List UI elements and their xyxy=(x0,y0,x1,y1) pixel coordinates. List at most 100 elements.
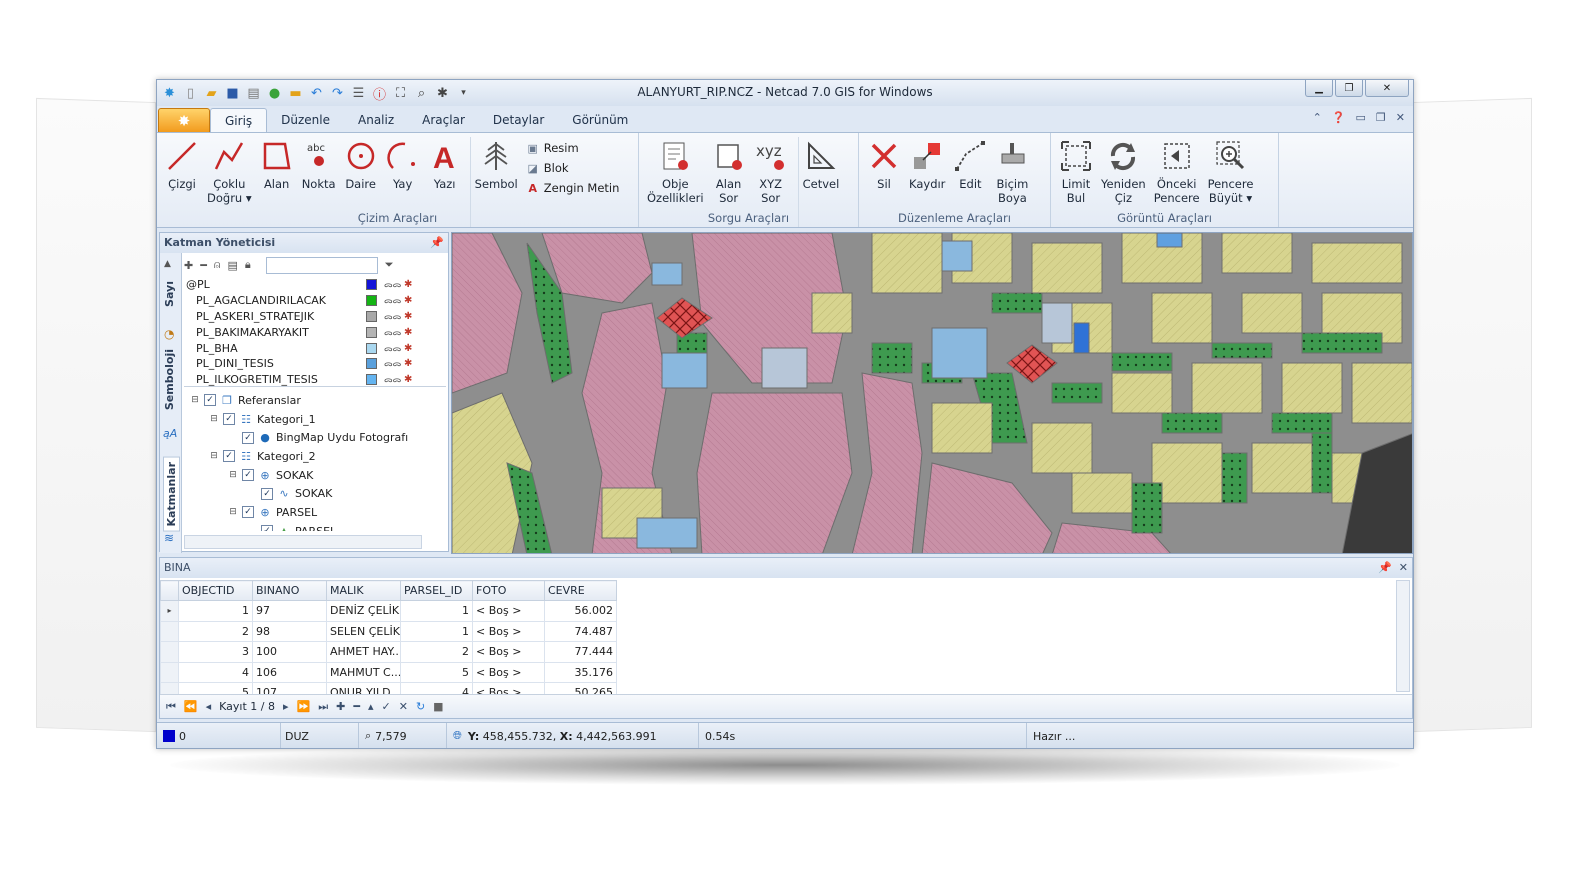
grid-save-icon[interactable]: ■ xyxy=(433,700,443,713)
first-record-icon[interactable]: ⏮ xyxy=(166,700,176,714)
status-layer-cell[interactable]: 0 xyxy=(157,723,281,748)
cancel-icon[interactable]: ✕ xyxy=(399,700,408,713)
pl-layer-row[interactable]: PL_BHA ᯅᯅ ✱ xyxy=(184,340,446,356)
park-area[interactable] xyxy=(1271,412,1333,434)
lock-toggle-icon[interactable]: ✱ xyxy=(404,295,412,306)
column-header[interactable]: PARSEL_ID xyxy=(400,580,473,601)
commercial-parcel[interactable] xyxy=(1111,372,1173,414)
table-row[interactable]: ▸ 1 97 DENİZ ÇELİK 1 < Boş >56.002 xyxy=(160,600,617,622)
park-area[interactable] xyxy=(1111,352,1173,372)
grid-pin-icon[interactable]: 📌 xyxy=(1378,561,1392,574)
tab-gorunum[interactable]: Görünüm xyxy=(558,108,642,132)
tab-analiz[interactable]: Analiz xyxy=(344,108,408,132)
lock-toggle-icon[interactable]: ✱ xyxy=(404,374,412,385)
table-cell[interactable]: 77.444 xyxy=(544,641,617,663)
delete-record-icon[interactable]: ━ xyxy=(353,700,360,713)
table-cell[interactable]: 1 xyxy=(400,620,473,642)
layer-props-icon[interactable]: ▤ xyxy=(227,259,237,272)
table-cell[interactable]: < Boş > xyxy=(472,600,545,622)
row-selector[interactable] xyxy=(160,620,179,642)
layer-color-swatch[interactable] xyxy=(366,310,377,322)
tree-item[interactable]: ⊟ ✓ ❐ Referanslar xyxy=(184,391,446,410)
tab-say[interactable]: Sayı xyxy=(163,281,176,307)
table-cell[interactable]: 100 xyxy=(252,641,327,663)
layer-color-swatch[interactable] xyxy=(366,358,377,370)
commercial-parcel[interactable] xyxy=(1241,292,1303,334)
public-building[interactable] xyxy=(1041,302,1073,344)
commercial-parcel[interactable] xyxy=(1031,422,1093,474)
qat-dropdown-icon[interactable]: ▾ xyxy=(455,85,472,102)
table-cell[interactable]: 1 xyxy=(400,600,473,622)
application-menu-button[interactable]: ✸ xyxy=(158,108,210,132)
balloon-icon[interactable]: ● xyxy=(266,85,283,102)
expand-toggle-icon[interactable]: ⊟ xyxy=(209,414,219,424)
public-building[interactable] xyxy=(636,517,698,549)
next-record-icon[interactable]: ▸ xyxy=(283,700,289,713)
layer-color-swatch[interactable] xyxy=(366,295,377,307)
public-building[interactable] xyxy=(761,347,808,389)
expand-toggle-icon[interactable]: ⊟ xyxy=(228,507,238,517)
table-cell[interactable]: 5 xyxy=(400,661,473,683)
next-page-icon[interactable]: ⏩ xyxy=(297,700,311,713)
table-row[interactable]: 3 100 AHMET HAY... 2 < Boş >77.444 xyxy=(160,641,617,663)
public-building[interactable] xyxy=(651,262,683,286)
park-area[interactable] xyxy=(1221,452,1248,504)
add-record-icon[interactable]: ✚ xyxy=(336,700,345,713)
tree-item[interactable]: ⊟ ✓ ⊕ SOKAK xyxy=(184,466,446,485)
lock-toggle-icon[interactable]: ✱ xyxy=(404,343,412,354)
layer-color-swatch[interactable] xyxy=(366,342,377,354)
table-cell[interactable]: 2 xyxy=(178,620,253,642)
maximize-button[interactable]: ❐ xyxy=(1335,80,1363,97)
table-cell[interactable]: 98 xyxy=(252,620,327,642)
park-area[interactable] xyxy=(1051,382,1103,404)
row-selector[interactable]: ▸ xyxy=(160,600,179,622)
tree-item[interactable]: ✓ ● BingMap Uydu Fotografı xyxy=(184,428,446,447)
column-header[interactable]: BINANO xyxy=(252,580,327,601)
map-svg[interactable] xyxy=(452,233,1413,554)
pl-layer-row[interactable]: PL_BAKIMAKARYAKIT ᯅᯅ ✱ xyxy=(184,324,446,340)
doc-restore-icon[interactable]: ❐ xyxy=(1376,111,1386,124)
open-folder-icon[interactable]: ▰ xyxy=(203,85,220,102)
tree-item[interactable]: ✓ ∿ SOKAK xyxy=(184,484,446,503)
commercial-parcel[interactable] xyxy=(1351,362,1412,424)
commercial-parcel[interactable] xyxy=(811,292,853,334)
public-building[interactable] xyxy=(661,352,708,389)
prev-record-icon[interactable]: ◂ xyxy=(206,700,212,713)
column-header[interactable]: FOTO xyxy=(472,580,545,601)
public-building[interactable] xyxy=(931,327,988,379)
commercial-parcel[interactable] xyxy=(1221,233,1293,274)
column-header[interactable]: CEVRE xyxy=(544,580,617,601)
extent-icon[interactable]: ⛶ xyxy=(392,85,409,102)
table-cell[interactable]: 56.002 xyxy=(544,600,617,622)
lock-toggle-icon[interactable]: ✱ xyxy=(404,327,412,338)
save-icon[interactable]: ■ xyxy=(224,85,241,102)
table-cell[interactable]: SELEN ÇELİK xyxy=(326,620,401,642)
layer-checkbox[interactable]: ✓ xyxy=(242,469,254,482)
print-icon[interactable]: ▤ xyxy=(245,85,262,102)
last-record-icon[interactable]: ⏭ xyxy=(318,700,328,714)
tab-araclar[interactable]: Araçlar xyxy=(408,108,479,132)
tree-item[interactable]: ⊟ ✓ ⊕ PARSEL xyxy=(184,503,446,522)
map-canvas[interactable] xyxy=(451,232,1413,554)
layer-checkbox[interactable]: ✓ xyxy=(242,431,254,444)
tab-duzenle[interactable]: Düzenle xyxy=(267,108,344,132)
table-cell[interactable]: 2 xyxy=(400,641,473,663)
tab-giris[interactable]: Giriş xyxy=(210,108,268,132)
pin-icon[interactable]: 📌 xyxy=(430,236,444,250)
redo-icon[interactable]: ↷ xyxy=(329,85,346,102)
refresh-icon[interactable]: ↻ xyxy=(416,700,425,713)
tree-item[interactable]: ⊟ ✓ ☷ Kategori_1 xyxy=(184,410,446,429)
expand-toggle-icon[interactable]: ⊟ xyxy=(190,395,200,405)
filter-icon[interactable]: ⏷ xyxy=(385,258,394,272)
info-icon[interactable]: ⓘ xyxy=(371,85,388,103)
rename-layer-icon[interactable]: ⍝ xyxy=(214,258,221,272)
folder-icon[interactable]: ▬ xyxy=(287,85,304,102)
pl-layer-row[interactable]: PL_ILKOGRETIM_TESIS ᯅᯅ ✱ xyxy=(184,372,446,386)
commercial-parcel[interactable] xyxy=(1191,362,1263,414)
close-button[interactable]: ✕ xyxy=(1365,80,1409,97)
tree-item[interactable]: ⊟ ✓ ☷ Kategori_2 xyxy=(184,447,446,466)
minimize-button[interactable]: ▁ xyxy=(1305,80,1333,97)
prev-page-icon[interactable]: ⏪ xyxy=(184,700,198,713)
commercial-parcel[interactable] xyxy=(1151,292,1213,344)
horizontal-scrollbar[interactable] xyxy=(184,535,422,549)
